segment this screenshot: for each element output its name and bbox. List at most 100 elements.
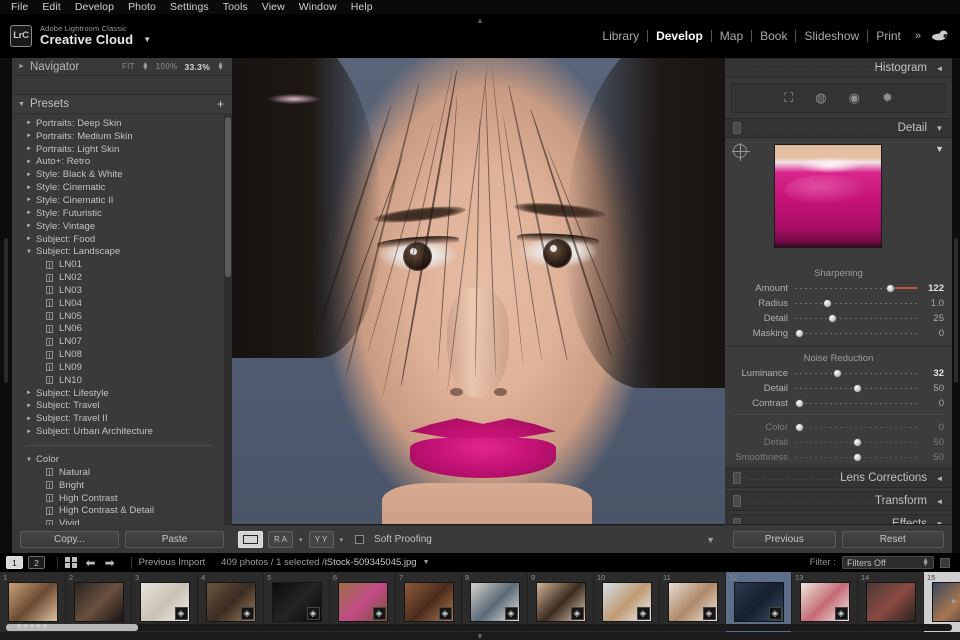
preset-group-collapse-icon[interactable]: ► [26,416,36,422]
top-panel-collapse-arrow-icon[interactable]: ▲ [468,15,492,26]
grid-view-icon[interactable] [65,557,77,569]
preset-group-collapse-icon[interactable]: ► [26,429,36,435]
sharpening-slider-detail[interactable]: Detail 25 [725,312,952,325]
filmstrip-next-arrow-icon[interactable]: ► [950,596,959,606]
thumbnail-badge-icon[interactable]: ◈ [439,607,452,620]
filmstrip-thumbnail[interactable]: 7 ◈ [396,572,462,632]
lens-corrections-collapse-icon[interactable]: ◄ [935,474,944,483]
preset-group-collapse-icon[interactable]: ► [26,197,36,203]
preset-group-collapse-icon[interactable]: ► [26,185,36,191]
reset-button[interactable]: Reset [842,531,945,548]
filmstrip-thumbnail[interactable]: 9 ◈ [528,572,594,632]
sharpening-slider-masking[interactable]: Masking 0 [725,327,952,340]
slider-knob[interactable] [886,284,895,293]
detail-switch-toggle[interactable] [733,122,741,134]
image-preview-area[interactable] [232,58,725,524]
preset-item[interactable]: LN08 [12,348,224,361]
module-book[interactable]: Book [752,26,795,46]
menu-item-view[interactable]: View [255,0,292,14]
preset-group-collapse-icon[interactable]: ► [26,159,36,165]
thumbnail-badge-icon[interactable]: ◈ [769,607,782,620]
compare-view-caret-icon[interactable]: ▾ [298,536,304,544]
thumbnail-badge-icon[interactable]: ◈ [505,607,518,620]
thumbnail-rating-stars[interactable]: ★★★★★ [17,623,49,630]
lens-corrections-header[interactable]: Lens Corrections ◄ [725,468,952,488]
slider-value[interactable]: 0 [918,398,944,409]
menu-item-help[interactable]: Help [344,0,380,14]
filter-toggle-button[interactable] [940,558,950,568]
preset-group[interactable]: ► Portraits: Medium Skin [12,130,224,143]
slider-knob[interactable] [853,438,862,447]
noise-slider-detail[interactable]: Detail 50 [725,436,952,449]
module-slideshow[interactable]: Slideshow [796,26,867,46]
navigator-fit-stepper-icon[interactable]: ▲ ▼ [142,63,149,71]
slider-knob[interactable] [828,314,837,323]
preset-group[interactable]: ► Subject: Lifestyle [12,387,224,400]
noise-slider-contrast[interactable]: Contrast 0 [725,397,952,410]
left-panel-handle[interactable] [4,238,8,383]
current-filename-label[interactable]: iStock-509345045.jpg [325,557,417,568]
main-window-button[interactable]: 1 [6,556,23,569]
noise-slider-detail[interactable]: Detail 50 [725,382,952,395]
module-library[interactable]: Library [594,26,647,46]
slider-value[interactable]: 50 [918,452,944,463]
filmstrip[interactable]: 1★★★★★23◈4◈5◈6◈7◈8◈9◈10◈11◈12◈13◈1415◈16… [0,572,960,632]
detail-zoom-preview[interactable] [774,144,882,248]
slider-value[interactable]: 122 [918,283,944,294]
preset-group[interactable]: ► Style: Cinematic II [12,194,224,207]
preset-item[interactable]: LN06 [12,323,224,336]
thumbnail-badge-icon[interactable]: ◈ [373,607,386,620]
transform-switch-toggle[interactable] [733,495,741,507]
preset-item[interactable]: LN05 [12,310,224,323]
filmstrip-collapse-arrow-icon[interactable]: ▼ [468,632,492,640]
navigator-header[interactable]: ► Navigator FIT ▲ ▼ 100% 33.3% ▲ ▼ [12,58,232,76]
preset-group-expand-icon[interactable]: ▼ [26,249,36,255]
filter-stepper-icon[interactable]: ▲ ▼ [922,559,929,567]
presets-expand-icon[interactable]: ▼ [18,101,30,108]
preset-group[interactable]: ► Subject: Travel [12,400,224,413]
filmstrip-thumbnail[interactable]: 3 ◈ [132,572,198,632]
cloud-sync-icon[interactable] [932,29,950,44]
left-panel-edge-toggle[interactable] [0,58,12,563]
slider-value[interactable]: 50 [918,383,944,394]
right-panel-edge-toggle[interactable] [952,58,960,563]
preset-item[interactable]: LN03 [12,284,224,297]
navigator-fit-label[interactable]: FIT [122,62,135,71]
filmstrip-thumbnail[interactable]: 11 ◈ [660,572,726,632]
menu-item-window[interactable]: Window [292,0,344,14]
preset-item[interactable]: Natural [12,466,224,479]
preset-group[interactable]: ► Auto+: Retro [12,156,224,169]
filmstrip-thumbnail[interactable]: 6 ◈ [330,572,396,632]
module-overflow-icon[interactable]: » [909,30,927,42]
preset-item[interactable]: LN09 [12,361,224,374]
preset-group[interactable]: ► Portraits: Deep Skin [12,117,224,130]
thumbnail-badge-icon[interactable]: ◈ [307,607,320,620]
copy-button[interactable]: Copy... [20,531,119,548]
thumbnail-badge-icon[interactable]: ◈ [835,607,848,620]
preset-group[interactable]: ► Style: Black & White [12,168,224,181]
filename-dropdown-caret-icon[interactable]: ▼ [423,559,430,566]
thumbnail-badge-icon[interactable]: ◈ [571,607,584,620]
slider-value[interactable]: 32 [918,368,944,379]
presets-header[interactable]: ▼ Presets + [12,94,232,114]
preset-group-collapse-icon[interactable]: ► [26,403,36,409]
filmstrip-thumbnail[interactable]: 13 ◈ [792,572,858,632]
filmstrip-thumbnail[interactable]: 10 ◈ [594,572,660,632]
preset-item[interactable]: LN10 [12,374,224,387]
filmstrip-thumbnail[interactable]: 2 [66,572,132,632]
histogram-collapse-icon[interactable]: ◄ [935,64,944,73]
filmstrip-thumbnail[interactable]: 14 [858,572,924,632]
paste-button[interactable]: Paste [125,531,224,548]
slider-track[interactable] [795,313,918,324]
filmstrip-thumbnail[interactable]: 12 ◈ [726,572,792,632]
effects-header[interactable]: Effects ▼ [725,514,952,524]
slider-track[interactable] [795,298,918,309]
sharpening-slider-amount[interactable]: Amount 122 [725,282,952,295]
toolbar-options-caret-icon[interactable]: ▼ [706,535,719,545]
slider-knob[interactable] [795,399,804,408]
preset-group-collapse-icon[interactable]: ► [26,223,36,229]
back-arrow-icon[interactable]: ⬅ [86,557,96,569]
module-map[interactable]: Map [712,26,751,46]
preset-group-expand-icon[interactable]: ▼ [26,457,36,463]
transform-header[interactable]: Transform ◄ [725,491,952,511]
